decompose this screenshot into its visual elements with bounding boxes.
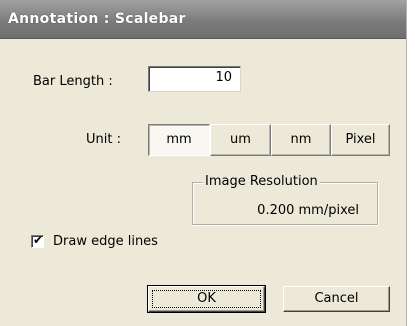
checkmark-icon: ✔ <box>33 233 44 247</box>
bar-length-input[interactable]: 10 <box>148 66 241 92</box>
unit-nm-button[interactable]: nm <box>271 124 331 156</box>
image-resolution-group: Image Resolution 0.200 mm/pixel <box>192 174 378 225</box>
dialog-title: Annotation : Scalebar <box>8 11 186 27</box>
title-bar[interactable]: Annotation : Scalebar <box>0 0 406 39</box>
unit-mm-button[interactable]: mm <box>148 124 210 156</box>
unit-label: Unit : <box>86 132 121 147</box>
ok-button[interactable]: OK <box>147 285 266 313</box>
draw-edge-lines-label[interactable]: Draw edge lines <box>53 234 158 249</box>
cancel-button[interactable]: Cancel <box>283 286 390 312</box>
unit-um-button[interactable]: um <box>210 124 271 156</box>
bar-length-label: Bar Length : <box>33 74 113 89</box>
ok-button-label: OK <box>197 291 216 306</box>
scalebar-dialog: Annotation : Scalebar Bar Length : 10 Un… <box>0 0 407 326</box>
draw-edge-lines-checkbox[interactable]: ✔ <box>31 233 44 248</box>
image-resolution-value: 0.200 mm/pixel <box>257 203 359 218</box>
image-resolution-legend: Image Resolution <box>203 174 320 189</box>
unit-selector: mm um nm Pixel <box>148 124 390 156</box>
unit-pixel-button[interactable]: Pixel <box>331 124 390 156</box>
